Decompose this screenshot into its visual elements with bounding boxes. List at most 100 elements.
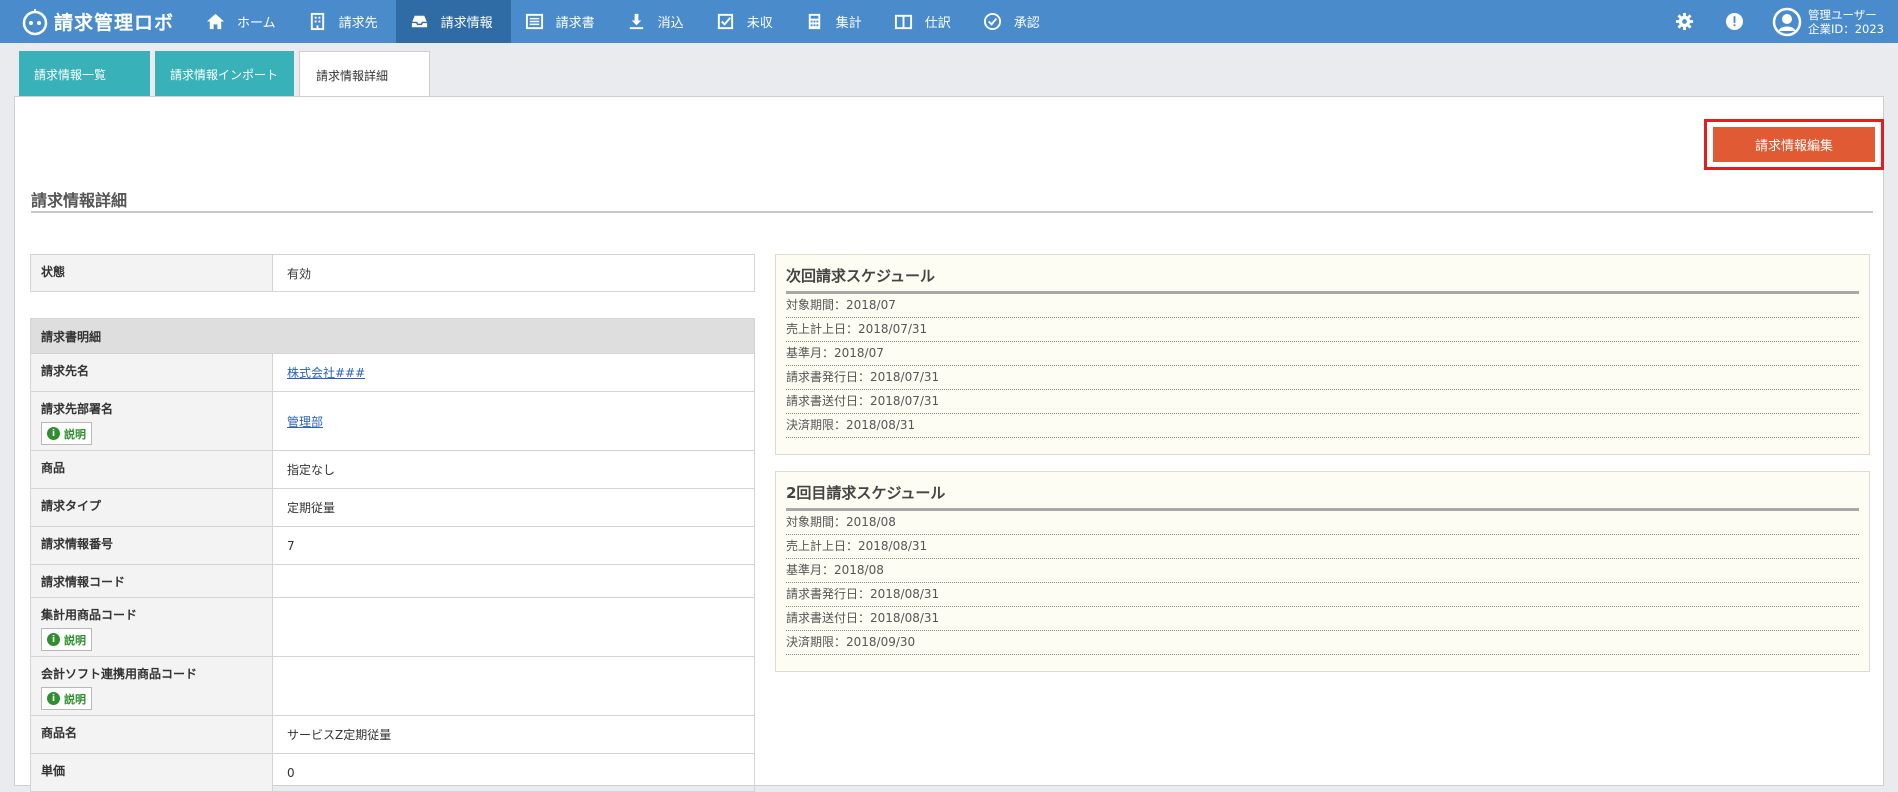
schedule-item: 対象期間：2018/08 xyxy=(786,511,1859,535)
row-label-text: 請求先部署名 xyxy=(41,402,114,416)
department-link[interactable]: 管理部 xyxy=(287,413,323,430)
detail-row-billing-type: 請求タイプ 定期従量 xyxy=(30,489,755,527)
user-name: 管理ユーザー xyxy=(1807,7,1877,22)
tab-billing-list[interactable]: 請求情報一覧 xyxy=(19,51,150,97)
help-button[interactable]: i 説明 xyxy=(41,422,92,445)
settings-button[interactable] xyxy=(1660,0,1710,43)
row-label: 状態 xyxy=(31,255,273,291)
list-icon xyxy=(525,13,543,30)
nav-item-journal[interactable]: 仕訳 xyxy=(880,0,969,43)
info-icon: i xyxy=(47,692,60,705)
schedule-item: 基準月：2018/08 xyxy=(786,559,1859,583)
detail-row-billing-number: 請求情報番号 7 xyxy=(30,527,755,565)
client-name-link[interactable]: 株式会社### xyxy=(287,364,365,381)
building-icon xyxy=(310,12,324,31)
top-navbar: 請求管理ロボ ホーム 請求先 請求情報 請求書 消込 未収 集計 仕訳 承認 管… xyxy=(0,0,1898,43)
schedule-item: 基準月：2018/07 xyxy=(786,342,1859,366)
row-value: 有効 xyxy=(287,266,312,281)
nav-item-label: 仕訳 xyxy=(924,16,951,31)
info-icon: i xyxy=(47,427,60,440)
nav-item-approval[interactable]: 承認 xyxy=(969,0,1058,43)
nav-item-billing-info[interactable]: 請求情報 xyxy=(395,0,511,43)
schedule-item: 請求書送付日：2018/07/31 xyxy=(786,390,1859,414)
row-value: サービスZ定期従量 xyxy=(287,728,392,742)
brand-logo[interactable]: 請求管理ロボ xyxy=(0,0,192,43)
help-label: 説明 xyxy=(64,692,86,706)
help-button[interactable]: i 説明 xyxy=(41,628,92,651)
nav-item-summary[interactable]: 集計 xyxy=(791,0,880,43)
home-icon xyxy=(206,13,225,30)
row-value xyxy=(273,598,754,656)
row-label: 請求先名 xyxy=(31,354,273,391)
user-menu[interactable]: 管理ユーザー 企業ID：2023 xyxy=(1760,7,1898,37)
row-label: 請求情報コード xyxy=(31,565,273,597)
row-value xyxy=(273,657,754,715)
nav-item-receivable[interactable]: 未収 xyxy=(702,0,791,43)
row-label: 商品 xyxy=(31,451,273,488)
gear-icon xyxy=(1676,12,1694,31)
detail-row-product-name: 商品名 サービスZ定期従量 xyxy=(30,716,755,754)
inbox-icon xyxy=(411,15,427,28)
brand-name: 請求管理ロボ xyxy=(54,12,175,34)
content-panel: 請求情報編集 請求情報詳細 状態 有効 請求書明細 請求先名 株式会社### 請… xyxy=(14,96,1884,792)
nav-item-label: 集計 xyxy=(835,16,862,31)
help-button[interactable]: i 説明 xyxy=(41,687,92,710)
notification-button[interactable] xyxy=(1710,0,1760,43)
tab-bar: 請求情報一覧 請求情報インポート 請求情報詳細 xyxy=(19,51,435,98)
detail-table: 状態 有効 請求書明細 請求先名 株式会社### 請求先部署名 i 説明 管理部 … xyxy=(30,254,755,792)
nav-item-reconcile[interactable]: 消込 xyxy=(613,0,702,43)
detail-row-unit-price: 単価 0 xyxy=(30,754,755,792)
detail-row-billing-code: 請求情報コード xyxy=(30,565,755,598)
schedule-item: 請求書発行日：2018/08/31 xyxy=(786,583,1859,607)
schedule-item: 請求書送付日：2018/08/31 xyxy=(786,607,1859,631)
nav-item-label: 請求書 xyxy=(555,16,595,31)
tab-label: 請求情報一覧 xyxy=(34,67,107,82)
calculator-icon xyxy=(808,13,820,30)
nav-item-label: 請求先 xyxy=(338,16,378,31)
detail-row-acct-product-code: 会計ソフト連携用商品コード i 説明 xyxy=(30,657,755,716)
nav-item-label: 承認 xyxy=(1013,16,1040,31)
tab-label: 請求情報インポート xyxy=(170,67,279,82)
schedule-item: 売上計上日：2018/07/31 xyxy=(786,318,1859,342)
nav-item-label: ホーム xyxy=(237,16,276,31)
help-label: 説明 xyxy=(64,427,86,441)
detail-row-product: 商品 指定なし xyxy=(30,451,755,489)
nav-item-clients[interactable]: 請求先 xyxy=(294,0,396,43)
row-value: 0 xyxy=(287,765,295,780)
robot-logo-icon xyxy=(20,7,50,37)
edit-button-highlight: 請求情報編集 xyxy=(1704,119,1884,170)
row-label: 会計ソフト連携用商品コード i 説明 xyxy=(31,657,273,715)
page-title: 請求情報詳細 xyxy=(31,187,1873,213)
row-label-text: 集計用商品コード xyxy=(41,608,138,622)
detail-row-client-name: 請求先名 株式会社### xyxy=(30,354,755,392)
next-schedule-title: 次回請求スケジュール xyxy=(786,263,1859,294)
row-label-text: 会計ソフト連携用商品コード xyxy=(41,667,198,681)
tab-billing-detail[interactable]: 請求情報詳細 xyxy=(299,51,430,98)
company-id: 企業ID：2023 xyxy=(1807,21,1884,36)
checkbox-icon xyxy=(717,13,733,30)
detail-row-status: 状態 有効 xyxy=(30,254,755,292)
nav-item-invoices[interactable]: 請求書 xyxy=(511,0,613,43)
schedule-item: 請求書発行日：2018/07/31 xyxy=(786,366,1859,390)
edit-billing-button[interactable]: 請求情報編集 xyxy=(1713,127,1875,162)
nav-item-label: 未収 xyxy=(746,16,773,31)
help-label: 説明 xyxy=(64,633,86,647)
schedule-item: 決済期限：2018/09/30 xyxy=(786,631,1859,655)
nav-item-home[interactable]: ホーム xyxy=(192,0,294,43)
next-schedule-box: 次回請求スケジュール 対象期間：2018/07 売上計上日：2018/07/31… xyxy=(775,254,1870,455)
book-icon xyxy=(894,14,912,30)
row-label: 集計用商品コード i 説明 xyxy=(31,598,273,656)
detail-row-department: 請求先部署名 i 説明 管理部 xyxy=(30,392,755,451)
row-value: 定期従量 xyxy=(287,501,336,515)
nav-item-label: 請求情報 xyxy=(440,16,493,31)
user-avatar-icon xyxy=(1772,7,1802,36)
row-label: 商品名 xyxy=(31,716,273,753)
second-schedule-box: 2回目請求スケジュール 対象期間：2018/08 売上計上日：2018/08/3… xyxy=(775,471,1870,672)
schedule-item: 売上計上日：2018/08/31 xyxy=(786,535,1859,559)
download-icon xyxy=(629,13,643,30)
tab-billing-import[interactable]: 請求情報インポート xyxy=(155,51,294,97)
schedule-item: 対象期間：2018/07 xyxy=(786,294,1859,318)
alert-icon xyxy=(1726,12,1744,31)
tab-label: 請求情報詳細 xyxy=(316,68,389,83)
row-value xyxy=(273,565,754,597)
